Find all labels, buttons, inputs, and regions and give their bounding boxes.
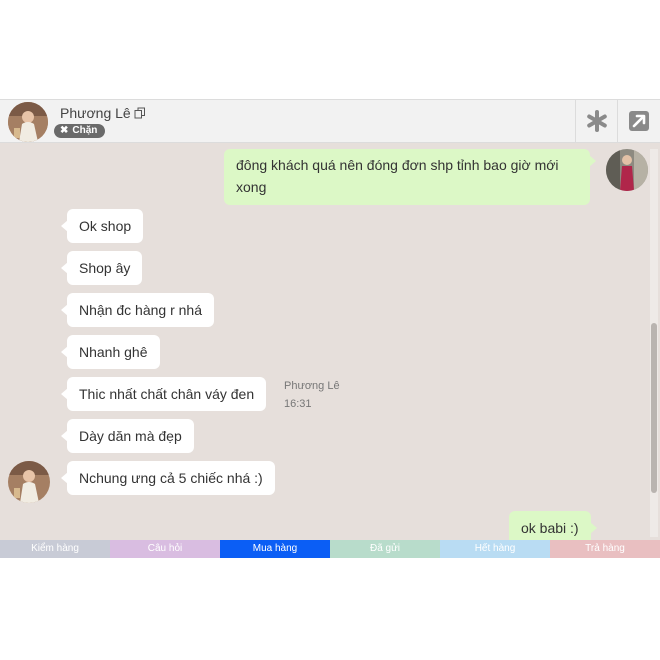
message-bubble-incoming: Nhanh ghê xyxy=(61,335,160,369)
message-bubble-incoming: Shop ây xyxy=(60,251,143,285)
message-list[interactable]: đông khách quá nên đóng đơn shp tỉnh bao… xyxy=(0,143,660,540)
contact-name: Phương Lê xyxy=(60,105,146,121)
tab-kiem-hang[interactable]: Kiểm hàng xyxy=(0,540,110,558)
block-button[interactable]: ✖ Chặn xyxy=(54,124,106,138)
tab-tra-hang[interactable]: Trả hàng xyxy=(550,540,660,558)
asterisk-icon xyxy=(586,110,607,132)
contact-avatar[interactable] xyxy=(8,102,48,142)
contact-avatar-small[interactable] xyxy=(8,461,50,503)
message-bubble-incoming: Dày dăn mà đẹp xyxy=(61,419,194,453)
chat-header: Phương Lê ✖ Chặn xyxy=(0,99,660,143)
own-avatar[interactable] xyxy=(606,149,648,191)
message-bubble-incoming: Thic nhất chất chân váy đen xyxy=(60,377,267,411)
tab-da-gui[interactable]: Đã gửi xyxy=(330,540,440,558)
popout-button[interactable] xyxy=(617,100,659,142)
contact-name-text: Phương Lê xyxy=(60,105,131,121)
message-time: 16:31 xyxy=(284,398,312,410)
message-sender: Phương Lê xyxy=(284,380,340,392)
tab-het-hang[interactable]: Hết hàng xyxy=(440,540,550,558)
message-bubble-outgoing: ok babi :) xyxy=(509,511,597,540)
block-label: Chặn xyxy=(72,125,98,136)
message-bubble-incoming: Ok shop xyxy=(60,209,144,243)
message-bubble-incoming: Nchung ưng cả 5 chiếc nhá :) xyxy=(61,461,275,495)
message-bubble-outgoing: đông khách quá nên đóng đơn shp tỉnh bao… xyxy=(224,149,596,205)
scrollbar-thumb[interactable] xyxy=(651,323,657,493)
tab-mua-hang[interactable]: Mua hàng xyxy=(220,540,330,558)
chat-window: Phương Lê ✖ Chặn đông khách quá nên đóng … xyxy=(0,99,660,559)
external-link-icon xyxy=(628,111,649,131)
message-bubble-incoming: Nhận đc hàng r nhá xyxy=(61,293,214,327)
asterisk-button[interactable] xyxy=(575,100,617,142)
tab-cau-hoi[interactable]: Câu hỏi xyxy=(110,540,220,558)
copy-icon[interactable] xyxy=(134,106,146,119)
label-tabs: Kiểm hàng Câu hỏi Mua hàng Đã gửi Hết hà… xyxy=(0,540,660,558)
x-icon: ✖ xyxy=(60,125,69,136)
message-meta: Phương Lê 16:31 xyxy=(284,377,340,413)
